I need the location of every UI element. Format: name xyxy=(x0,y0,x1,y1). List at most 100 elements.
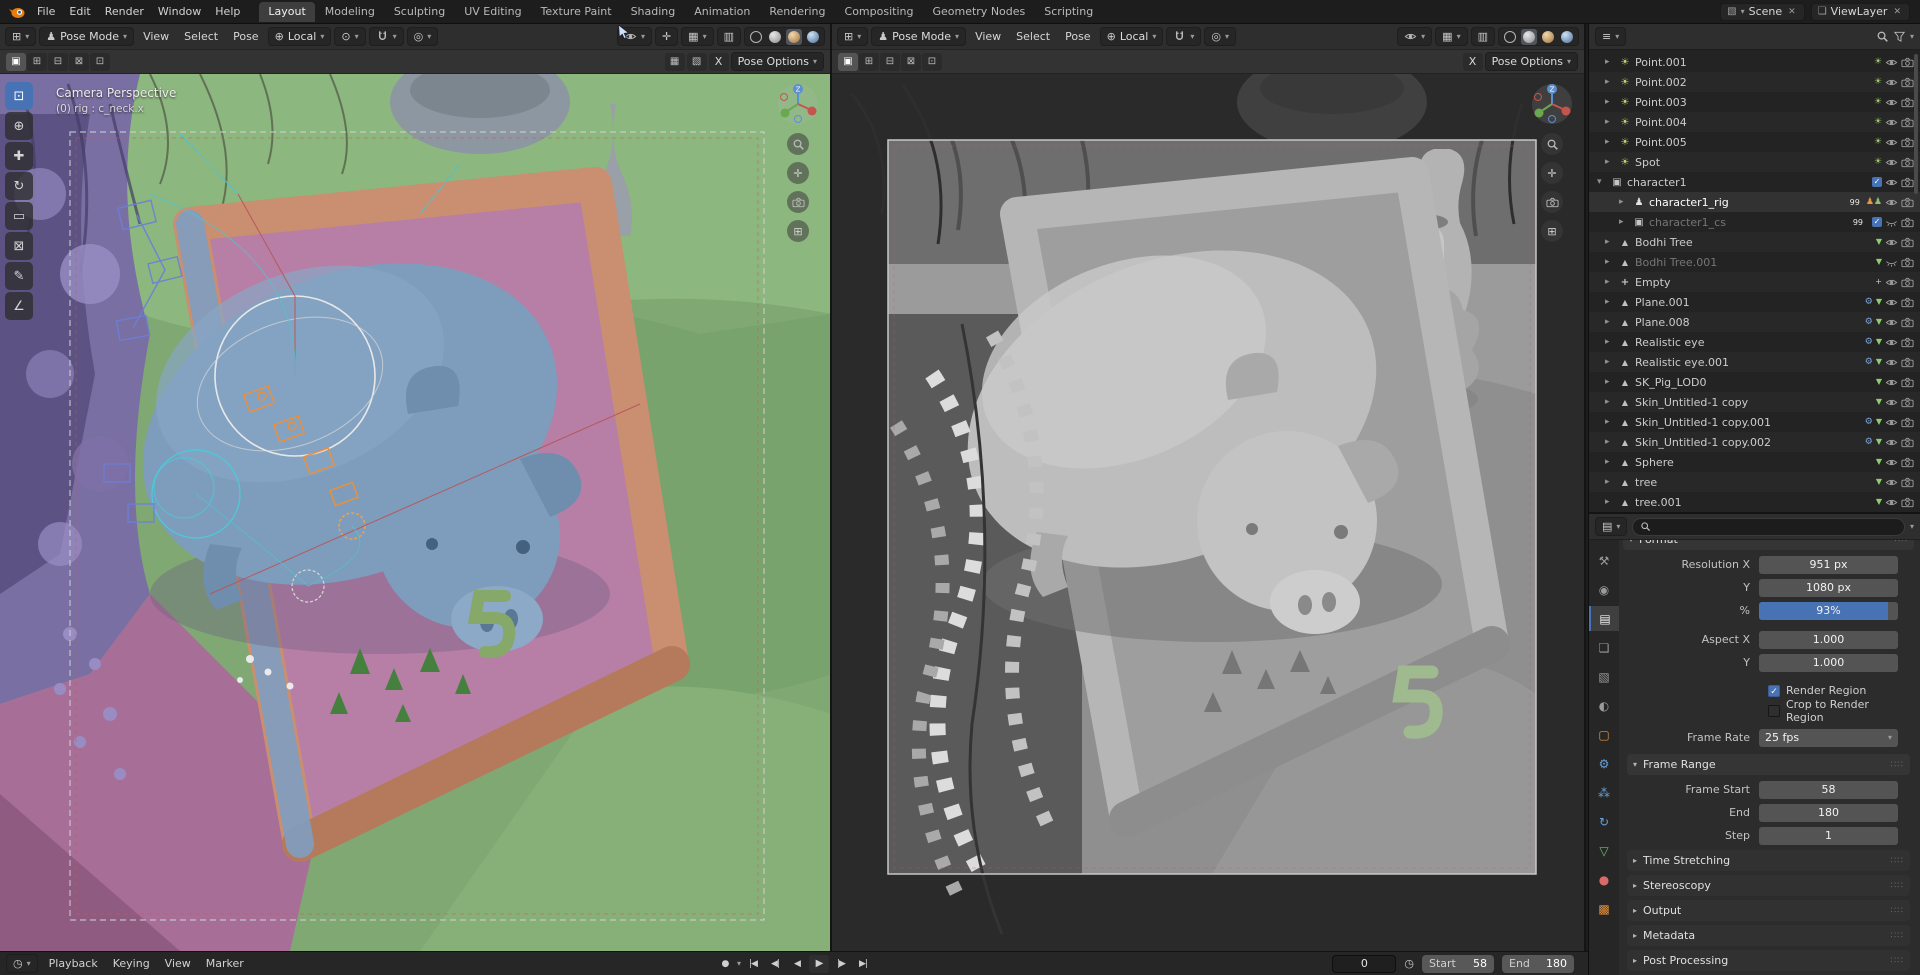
select-mode-button[interactable]: ⊟ xyxy=(48,52,68,71)
axis-gizmo[interactable]: Z xyxy=(776,82,820,126)
render-region-checkbox[interactable] xyxy=(1768,684,1780,697)
filter-chevron-icon[interactable]: ▾ xyxy=(1910,32,1914,41)
remove-view-layer-icon[interactable]: ✕ xyxy=(1891,7,1903,17)
collapsed-section-header[interactable]: ▸ Time Stretching ∷∷ xyxy=(1627,850,1910,871)
workspace-tab[interactable]: Sculpting xyxy=(385,2,454,22)
outliner-row[interactable]: ▸ Bodhi Tree xyxy=(1589,232,1920,252)
aspect-y-field[interactable]: 1.000 xyxy=(1759,653,1898,672)
outliner-row[interactable]: ▸ Point.005 xyxy=(1589,132,1920,152)
tool-option-icon[interactable]: ▦ xyxy=(664,52,685,71)
disable-in-renders-camera-icon[interactable] xyxy=(1901,156,1914,169)
expand-arrow-icon[interactable]: ▸ xyxy=(1605,57,1615,67)
hide-in-viewport-eye-icon[interactable] xyxy=(1885,496,1898,509)
disable-in-renders-camera-icon[interactable] xyxy=(1901,476,1914,489)
view-menu[interactable]: View xyxy=(137,28,175,45)
disable-in-renders-camera-icon[interactable] xyxy=(1901,296,1914,309)
timeline-menu[interactable]: Marker xyxy=(199,955,251,972)
snap-toggle[interactable]: ▾ xyxy=(1166,27,1202,46)
workspace-tab[interactable]: Geometry Nodes xyxy=(923,2,1034,22)
resolution-y-field[interactable]: 1080 px xyxy=(1759,578,1898,597)
shading-rendered-button[interactable] xyxy=(1559,29,1575,45)
disable-in-renders-camera-icon[interactable] xyxy=(1901,316,1914,329)
collapsed-section-header[interactable]: ▸ Metadata ∷∷ xyxy=(1627,925,1910,946)
disable-in-renders-camera-icon[interactable] xyxy=(1901,236,1914,249)
expand-arrow-icon[interactable]: ▸ xyxy=(1605,317,1615,327)
crop-to-render-region-checkbox[interactable] xyxy=(1768,704,1780,717)
play-reverse-button[interactable]: ◀ xyxy=(787,955,807,973)
keying-set-chevron-icon[interactable]: ▾ xyxy=(737,959,741,968)
properties-tab[interactable]: ⚒ xyxy=(1589,548,1619,573)
hide-in-viewport-eye-icon[interactable] xyxy=(1885,56,1898,69)
workspace-tab[interactable]: Modeling xyxy=(316,2,384,22)
select-mode-button[interactable]: ⊠ xyxy=(901,52,921,71)
properties-tab[interactable]: ⁂ xyxy=(1589,780,1619,805)
ortho-toggle-button[interactable]: ⊞ xyxy=(787,220,809,242)
outliner-row[interactable]: ▸ Realistic eye.001 ⚙ xyxy=(1589,352,1920,372)
properties-tab[interactable]: ↻ xyxy=(1589,809,1619,834)
expand-arrow-icon[interactable]: ▸ xyxy=(1605,77,1615,87)
tool-button[interactable]: ↻ xyxy=(5,172,33,200)
expand-arrow-icon[interactable]: ▸ xyxy=(1605,257,1615,267)
expand-arrow-icon[interactable]: ▸ xyxy=(1605,277,1615,287)
expand-arrow-icon[interactable]: ▸ xyxy=(1605,397,1615,407)
expand-arrow-icon[interactable]: ▸ xyxy=(1605,457,1615,467)
expand-arrow-icon[interactable]: ▸ xyxy=(1605,297,1615,307)
pose-menu[interactable]: Pose xyxy=(1059,28,1096,45)
hide-in-viewport-eye-icon[interactable] xyxy=(1885,396,1898,409)
outliner-row[interactable]: ▸ Realistic eye ⚙ xyxy=(1589,332,1920,352)
properties-tab[interactable]: ⚙ xyxy=(1589,751,1619,776)
expand-arrow-icon[interactable]: ▸ xyxy=(1605,417,1615,427)
zoom-button[interactable] xyxy=(787,133,809,155)
hide-in-viewport-eye-icon[interactable] xyxy=(1885,436,1898,449)
topbar-menu[interactable]: Render xyxy=(98,3,151,20)
viewport-3d-view-left[interactable]: ⊡ ⊕ ✚ ↻ ▭ ⊠ ✎ ∠ Camera Perspective (0) rig : c_… xyxy=(0,74,830,951)
hide-in-viewport-eye-icon[interactable] xyxy=(1885,296,1898,309)
shading-solid-button[interactable] xyxy=(1521,28,1537,45)
select-mode-button[interactable]: ⊠ xyxy=(69,52,89,71)
hide-in-viewport-eye-icon[interactable] xyxy=(1885,96,1898,109)
disable-in-renders-camera-icon[interactable] xyxy=(1901,416,1914,429)
jump-to-start-button[interactable]: |◀ xyxy=(743,955,763,973)
current-frame-field[interactable]: 0 xyxy=(1332,954,1397,973)
editor-type-button[interactable]: ⊞ ▾ xyxy=(837,27,869,46)
disable-in-renders-camera-icon[interactable] xyxy=(1901,196,1914,209)
expand-arrow-icon[interactable]: ▸ xyxy=(1619,217,1629,227)
expand-arrow-icon[interactable]: ▸ xyxy=(1605,237,1615,247)
hide-in-viewport-eye-icon[interactable] xyxy=(1885,356,1898,369)
disable-in-renders-camera-icon[interactable] xyxy=(1901,436,1914,449)
outliner-scrollbar[interactable] xyxy=(1914,54,1918,194)
ortho-toggle-button[interactable]: ⊞ xyxy=(1541,220,1563,242)
hidden-eye-closed-icon[interactable] xyxy=(1885,256,1898,269)
select-menu[interactable]: Select xyxy=(1010,28,1056,45)
search-icon[interactable] xyxy=(1876,30,1889,43)
select-mode-button[interactable]: ⊡ xyxy=(90,52,110,71)
expand-arrow-icon[interactable]: ▸ xyxy=(1605,97,1615,107)
collapsed-section-header[interactable]: ▸ Output ∷∷ xyxy=(1627,900,1910,921)
outliner-row[interactable]: ▸ Point.001 xyxy=(1589,52,1920,72)
select-mode-button[interactable]: ⊡ xyxy=(922,52,942,71)
topbar-menu[interactable]: Help xyxy=(208,3,247,20)
outliner-row[interactable]: ▸ Spot xyxy=(1589,152,1920,172)
pose-menu[interactable]: Pose xyxy=(227,28,264,45)
select-mode-button[interactable]: ▣ xyxy=(6,52,26,71)
shading-wireframe-button[interactable] xyxy=(1502,29,1518,45)
outliner-row[interactable]: ▸ Skin_Untitled-1 copy xyxy=(1589,392,1920,412)
move-view-button[interactable]: ✛ xyxy=(1541,162,1563,184)
select-mode-button[interactable]: ⊟ xyxy=(880,52,900,71)
hide-in-viewport-eye-icon[interactable] xyxy=(1885,316,1898,329)
hide-in-viewport-eye-icon[interactable] xyxy=(1885,76,1898,89)
disable-in-renders-camera-icon[interactable] xyxy=(1901,356,1914,369)
properties-tab[interactable]: ❏ xyxy=(1589,635,1619,660)
outliner-row[interactable]: ▸ character1_rig 99 xyxy=(1589,192,1920,212)
hide-in-viewport-eye-icon[interactable] xyxy=(1885,456,1898,469)
properties-tab[interactable]: ▧ xyxy=(1589,664,1619,689)
hide-in-viewport-eye-icon[interactable] xyxy=(1885,476,1898,489)
hide-in-viewport-eye-icon[interactable] xyxy=(1885,336,1898,349)
hide-in-viewport-eye-icon[interactable] xyxy=(1885,416,1898,429)
xray-toggle[interactable]: ▥ xyxy=(1470,27,1495,46)
workspace-tab[interactable]: Layout xyxy=(259,1,315,22)
transform-orientation-selector[interactable]: ⊕ Local ▾ xyxy=(1099,27,1164,46)
outliner-row[interactable]: ▸ Skin_Untitled-1 copy.001 ⚙ xyxy=(1589,412,1920,432)
frame-end-field[interactable]: 180 xyxy=(1759,803,1898,822)
view-menu[interactable]: View xyxy=(969,28,1007,45)
